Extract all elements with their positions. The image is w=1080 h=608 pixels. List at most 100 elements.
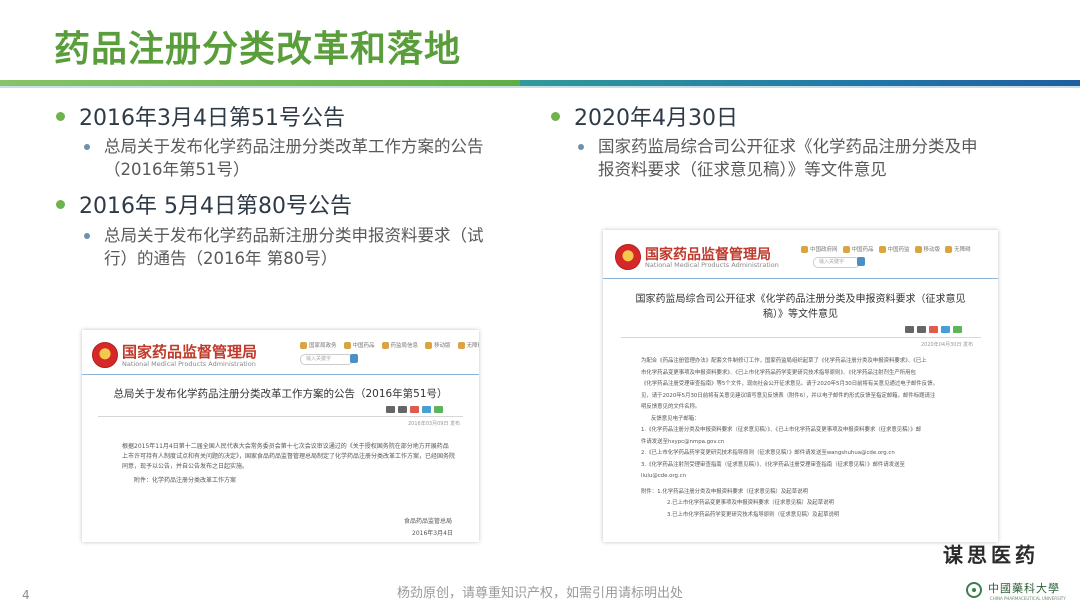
doc-nav-item: 中国药品 bbox=[343, 341, 375, 349]
bullet-dot bbox=[56, 199, 65, 209]
print-icon bbox=[917, 326, 926, 333]
nav-label: 无障碍 bbox=[954, 247, 971, 253]
share-qzone-icon bbox=[422, 406, 431, 413]
doc-meta-divider bbox=[98, 416, 463, 417]
nav-icon bbox=[945, 245, 953, 253]
nav-icon bbox=[914, 245, 922, 253]
national-emblem-icon bbox=[92, 342, 118, 368]
nav-label: 国家局政务 bbox=[309, 343, 337, 349]
doc-body-line: 同意，现予以公告，并自公告发布之日起实施。 bbox=[122, 463, 249, 470]
doc-tools bbox=[905, 326, 962, 333]
title-underline-thin bbox=[0, 86, 1080, 88]
nav-icon bbox=[381, 341, 389, 349]
doc-header-divider bbox=[82, 374, 479, 375]
nav-icon bbox=[343, 341, 351, 349]
bullet-heading-2020: 2020年4月30日 bbox=[551, 100, 738, 132]
nav-label: 药监局信息 bbox=[390, 343, 419, 349]
agency-name-cn: 国家药品监督管理局 bbox=[122, 343, 258, 361]
doc-title-line: 稿）》等文件意见 bbox=[763, 309, 838, 320]
doc-nav-item: 移动版 bbox=[425, 341, 451, 349]
nav-label: 移动版 bbox=[923, 247, 941, 253]
share-wechat-icon bbox=[434, 406, 443, 413]
nav-icon bbox=[801, 245, 808, 253]
search-icon bbox=[857, 257, 865, 266]
doc-body-line: liulu@cde.org.cn bbox=[641, 473, 687, 479]
brand-logo-text: 谋思医药 bbox=[943, 543, 1039, 567]
sub-line: 行）的通告（2016年 第80号） bbox=[104, 249, 338, 268]
doc-nav: 中国政府网 中国药品 中国药监 移动版 无障碍 bbox=[801, 245, 971, 253]
doc-body-line: 为配合《药品注册管理办法》配套文件制修订工作，国家药监局组织起草了《化学药品注册… bbox=[641, 358, 927, 364]
nav-label: 中国药品 bbox=[851, 247, 874, 253]
doc-body: 为配合《药品注册管理办法》配套文件制修订工作，国家药监局组织起草了《化学药品注册… bbox=[641, 356, 986, 521]
doc-date: 2016年3月4日 bbox=[412, 530, 453, 537]
footer-copyright: 杨劲原创，请尊重知识产权，如需引用请标明出处 bbox=[396, 586, 683, 601]
university-name: 中國藥科大學 bbox=[988, 582, 1060, 595]
doc-nav-item: 中国政府网 bbox=[801, 245, 838, 253]
bullet-sub-51: 总局关于发布化学药品注册分类改革工作方案的公告 （2016年第51号） bbox=[84, 135, 544, 181]
nav-label: 中国药监 bbox=[887, 247, 910, 253]
doc-screenshot-51: 国家药品监督管理局 National Medical Products Admi… bbox=[82, 330, 479, 542]
bullet-heading-51: 2016年3月4日第51号公告 bbox=[56, 100, 345, 132]
nav-label: 中国政府网 bbox=[810, 247, 838, 253]
nav-icon bbox=[457, 341, 465, 349]
doc-title-line: 国家药监局综合司公开征求《化学药品注册分类及申报资料要求（征求意见 bbox=[635, 294, 966, 305]
doc-meta: 2016年03月09日 发布 bbox=[408, 421, 461, 427]
doc-nav-item: 无障碍 bbox=[945, 245, 971, 253]
doc-attachment: 2.已上市化学药品变更事项及申报资料要求（征求意见稿）及起草说明 bbox=[667, 500, 834, 506]
sub-line: （2016年第51号） bbox=[104, 160, 250, 179]
share-wechat-icon bbox=[953, 326, 962, 333]
sub-line: 总局关于发布化学药品新注册分类申报资料要求（试 bbox=[104, 226, 484, 245]
doc-body-line: 件请发送至hxypc@nmpa.gov.cn bbox=[641, 438, 725, 445]
sub-line: 总局关于发布化学药品注册分类改革工作方案的公告 bbox=[104, 137, 484, 156]
nav-icon bbox=[878, 245, 886, 253]
doc-body-line: 3.《化学药品注射剂受理审查指南（征求意见稿）》、《化学药品注册受理审查指南（征… bbox=[641, 461, 905, 468]
doc-nav-item: 无障碍浏览 bbox=[457, 341, 479, 349]
doc-body-line: 《化学药品注册受理审查指南》等5个文件，现向社会公开征求意见。请于2020年5月… bbox=[641, 381, 938, 387]
doc-title: 国家药监局综合司公开征求《化学药品注册分类及申报资料要求（征求意见 稿）》等文件… bbox=[623, 292, 978, 322]
doc-body-line: 反馈意见电子邮箱： bbox=[651, 415, 700, 422]
bullet-heading-80: 2016年 5月4日第80号公告 bbox=[56, 188, 352, 220]
nav-label: 无障碍浏览 bbox=[466, 343, 479, 349]
doc-nav-item: 中国药监 bbox=[878, 245, 910, 253]
bullet-heading-text: 2016年3月4日第51号公告 bbox=[79, 106, 345, 131]
doc-body-line: 市化学药品变更事项及申报资料要求》、《已上市化学药品药学变更研究技术指导原则》、… bbox=[641, 369, 916, 376]
sub-bullet-dot bbox=[578, 144, 584, 150]
nav-label: 移动版 bbox=[434, 343, 451, 349]
doc-body-line: 1.《化学药品注册分类及申报资料要求（征求意见稿）》、《已上市化学药品变更事项及… bbox=[641, 427, 922, 433]
doc-body-line: 明反馈意见的文件名称。 bbox=[641, 404, 701, 410]
bullet-dot bbox=[551, 111, 560, 121]
doc-search-input: 输入关键字 bbox=[300, 354, 353, 365]
agency-name-en: National Medical Products Administration bbox=[645, 261, 779, 269]
doc-header-divider bbox=[603, 278, 998, 279]
bullet-sub-2020: 国家药监局综合司公开征求《化学药品注册分类及申 报资料要求（征求意见稿）》等文件… bbox=[578, 135, 1028, 181]
doc-nav: 国家局政务 中国药品 药监局信息 移动版 无障碍浏览 bbox=[300, 341, 479, 349]
nav-label: 中国药品 bbox=[352, 343, 375, 349]
sub-bullet-dot bbox=[84, 144, 90, 150]
doc-body: 根据2015年11月4日第十二届全国人民代表大会常务委员会第十七次会议审议通过的… bbox=[122, 442, 467, 486]
doc-body-line: 上市许可持有人制度试点和有关问题的决定》，国家食品药品监督管理总局制定了化学药品… bbox=[122, 453, 456, 460]
share-qzone-icon bbox=[941, 326, 950, 333]
doc-attachment: 附件：1.化学药品注册分类及申报资料要求（征求意见稿）及起草说明 bbox=[641, 488, 808, 495]
slide-title: 药品注册分类改革和落地 bbox=[54, 29, 462, 70]
print-icon bbox=[398, 406, 407, 413]
font-size-icon bbox=[905, 326, 914, 333]
university-name-en: CHINA PHARMACEUTICAL UNIVERSITY bbox=[990, 596, 1066, 601]
doc-sign: 食品药品监管总局 bbox=[404, 518, 453, 525]
doc-body-line: 2.《已上市化学药品药学变更研究技术指导原则（征求意见稿）》邮件请发送至wang… bbox=[641, 450, 895, 456]
nav-icon bbox=[425, 341, 433, 349]
sub-line: 国家药监局综合司公开征求《化学药品注册分类及申 bbox=[598, 137, 978, 156]
agency-name-en: National Medical Products Administration bbox=[122, 360, 256, 368]
doc-title: 总局关于发布化学药品注册分类改革工作方案的公告（2016年第51号） bbox=[113, 388, 448, 400]
doc-attachment: 3.已上市化学药品药学变更研究技术指导原则（征求意见稿）及起草说明 bbox=[667, 511, 840, 518]
bullet-heading-text: 2020年4月30日 bbox=[574, 106, 738, 131]
doc-screenshot-2020: 国家药品监督管理局 National Medical Products Admi… bbox=[603, 230, 998, 542]
bullet-dot bbox=[56, 111, 65, 121]
font-size-icon bbox=[386, 406, 395, 413]
doc-nav-item: 国家局政务 bbox=[300, 341, 337, 349]
share-weibo-icon bbox=[410, 406, 419, 413]
nav-icon bbox=[842, 245, 850, 253]
university-seal-icon bbox=[966, 582, 982, 598]
bullet-heading-text: 2016年 5月4日第80号公告 bbox=[79, 194, 352, 219]
doc-nav-item: 中国药品 bbox=[842, 245, 874, 253]
sub-bullet-dot bbox=[84, 233, 90, 239]
